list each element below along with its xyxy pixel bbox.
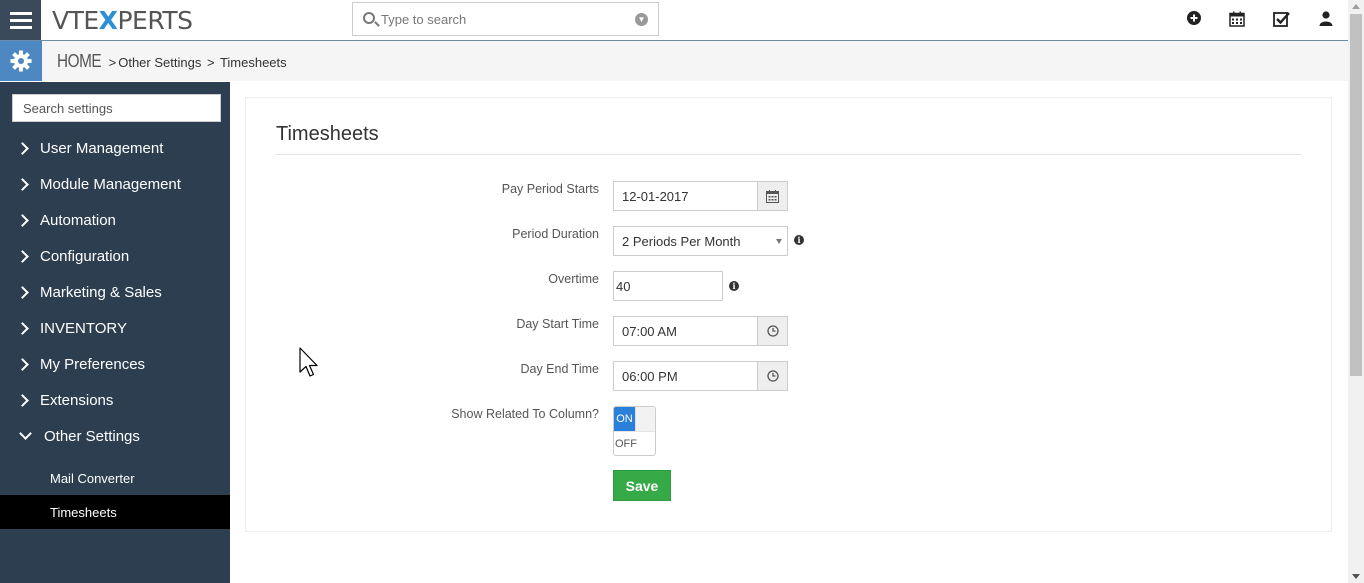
top-navbar: VTEXPERTS ▼: [0, 0, 1348, 41]
page-scrollbar[interactable]: [1348, 0, 1364, 583]
sidebar-subitem-label: Timesheets: [50, 504, 117, 520]
chevron-right-icon: [16, 393, 29, 407]
search-icon: [363, 12, 375, 24]
day-end-time-label: Day End Time: [520, 362, 599, 376]
breadcrumb-current: Timesheets: [219, 55, 287, 70]
sidebar-item-module-management[interactable]: Module Management: [0, 166, 230, 202]
sidebar-item-extensions[interactable]: Extensions: [0, 382, 230, 418]
overtime-input[interactable]: 40: [613, 271, 723, 301]
pay-period-starts-value: 12-01-2017: [622, 188, 689, 204]
breadcrumb-separator: >: [108, 55, 117, 70]
calendar-icon[interactable]: [757, 181, 788, 211]
toggle-knob: [635, 407, 655, 431]
task-check-icon[interactable]: [1273, 11, 1291, 29]
breadcrumb-bar: HOME > Other Settings > Timesheets: [0, 41, 1348, 81]
caret-down-icon: [776, 239, 782, 244]
sidebar-item-label: Marketing & Sales: [40, 283, 162, 301]
overtime-value: 40: [616, 278, 631, 294]
period-duration-select[interactable]: 2 Periods Per Month: [613, 226, 788, 256]
chevron-down-icon: [19, 427, 32, 440]
breadcrumb-separator: >: [206, 55, 215, 70]
sidebar-item-label: My Preferences: [40, 355, 146, 373]
calendar-icon[interactable]: [1228, 11, 1246, 29]
sidebar-item-label: INVENTORY: [40, 319, 127, 337]
show-related-column-label: Show Related To Column?: [451, 407, 599, 421]
day-start-time-label: Day Start Time: [516, 317, 599, 331]
timesheets-settings-panel: Timesheets Pay Period Starts 12-01-2017 …: [245, 97, 1332, 532]
scroll-down-arrow-icon[interactable]: [1352, 574, 1360, 579]
main-content: Timesheets Pay Period Starts 12-01-2017 …: [230, 82, 1348, 583]
overtime-label: Overtime: [548, 272, 599, 286]
clock-icon[interactable]: [757, 361, 788, 391]
chevron-right-icon: [16, 321, 29, 335]
breadcrumb-home[interactable]: HOME: [57, 51, 102, 72]
sidebar-item-user-management[interactable]: User Management: [0, 130, 230, 166]
info-icon[interactable]: i: [729, 281, 739, 291]
sidebar-subitem-label: Mail Converter: [50, 470, 135, 486]
period-duration-label: Period Duration: [512, 227, 599, 241]
page-title: Timesheets: [276, 123, 379, 145]
sidebar-item-label: Module Management: [40, 175, 181, 193]
global-search-input[interactable]: [381, 9, 631, 29]
day-end-time-value: 06:00 PM: [622, 368, 678, 384]
save-button[interactable]: Save: [613, 470, 671, 501]
sidebar-item-label: Automation: [40, 211, 116, 229]
chevron-right-icon: [16, 285, 29, 299]
sidebar-item-automation[interactable]: Automation: [0, 202, 230, 238]
sidebar-item-label: Other Settings: [44, 427, 140, 445]
day-end-time-field[interactable]: 06:00 PM: [613, 361, 788, 391]
toggle-off-label: OFF: [614, 431, 655, 455]
plus-circle-icon[interactable]: [1185, 11, 1203, 29]
sidebar-item-configuration[interactable]: Configuration: [0, 238, 230, 274]
mouse-cursor-icon: [299, 347, 319, 384]
show-related-column-toggle[interactable]: ON OFF: [613, 406, 656, 456]
period-duration-value: 2 Periods Per Month: [622, 233, 741, 249]
day-start-time-value: 07:00 AM: [622, 323, 677, 339]
pay-period-starts-label: Pay Period Starts: [501, 182, 599, 196]
settings-gear-icon[interactable]: [0, 41, 42, 81]
sidebar-item-label: User Management: [40, 139, 164, 157]
sidebar-item-other-settings[interactable]: Other Settings: [0, 418, 230, 454]
chevron-right-icon: [16, 213, 29, 227]
breadcrumb: HOME > Other Settings > Timesheets: [57, 51, 287, 72]
sidebar-item-label: Configuration: [40, 247, 130, 265]
sidebar-item-marketing-sales[interactable]: Marketing & Sales: [0, 274, 230, 310]
user-icon[interactable]: [1317, 11, 1335, 29]
global-search[interactable]: ▼: [352, 2, 659, 36]
pay-period-starts-field[interactable]: 12-01-2017: [613, 181, 788, 211]
chevron-right-icon: [16, 249, 29, 263]
info-icon[interactable]: i: [794, 235, 804, 245]
sidebar-item-my-preferences[interactable]: My Preferences: [0, 346, 230, 382]
clock-icon[interactable]: [757, 316, 788, 346]
search-options-dropdown-icon[interactable]: ▼: [635, 13, 648, 26]
chevron-right-icon: [16, 357, 29, 371]
sidebar-subitem-timesheets[interactable]: Timesheets: [0, 495, 230, 529]
scrollbar-thumb[interactable]: [1350, 14, 1362, 376]
sidebar-subitem-mail-converter[interactable]: Mail Converter: [0, 461, 230, 495]
sidebar-item-inventory[interactable]: INVENTORY: [0, 310, 230, 346]
scroll-up-arrow-icon[interactable]: [1352, 4, 1360, 9]
breadcrumb-other-settings[interactable]: Other Settings: [118, 55, 201, 70]
day-start-time-field[interactable]: 07:00 AM: [613, 316, 788, 346]
settings-search-input[interactable]: [12, 94, 221, 122]
title-divider: [276, 154, 1301, 155]
sidebar-item-label: Extensions: [40, 391, 114, 409]
app-logo[interactable]: VTEXPERTS: [52, 6, 193, 35]
chevron-right-icon: [16, 177, 29, 191]
menu-hamburger-icon[interactable]: [0, 0, 41, 40]
toggle-on-label: ON: [614, 407, 635, 431]
settings-sidebar: User Management Module Management Automa…: [0, 82, 230, 583]
chevron-right-icon: [16, 141, 29, 155]
